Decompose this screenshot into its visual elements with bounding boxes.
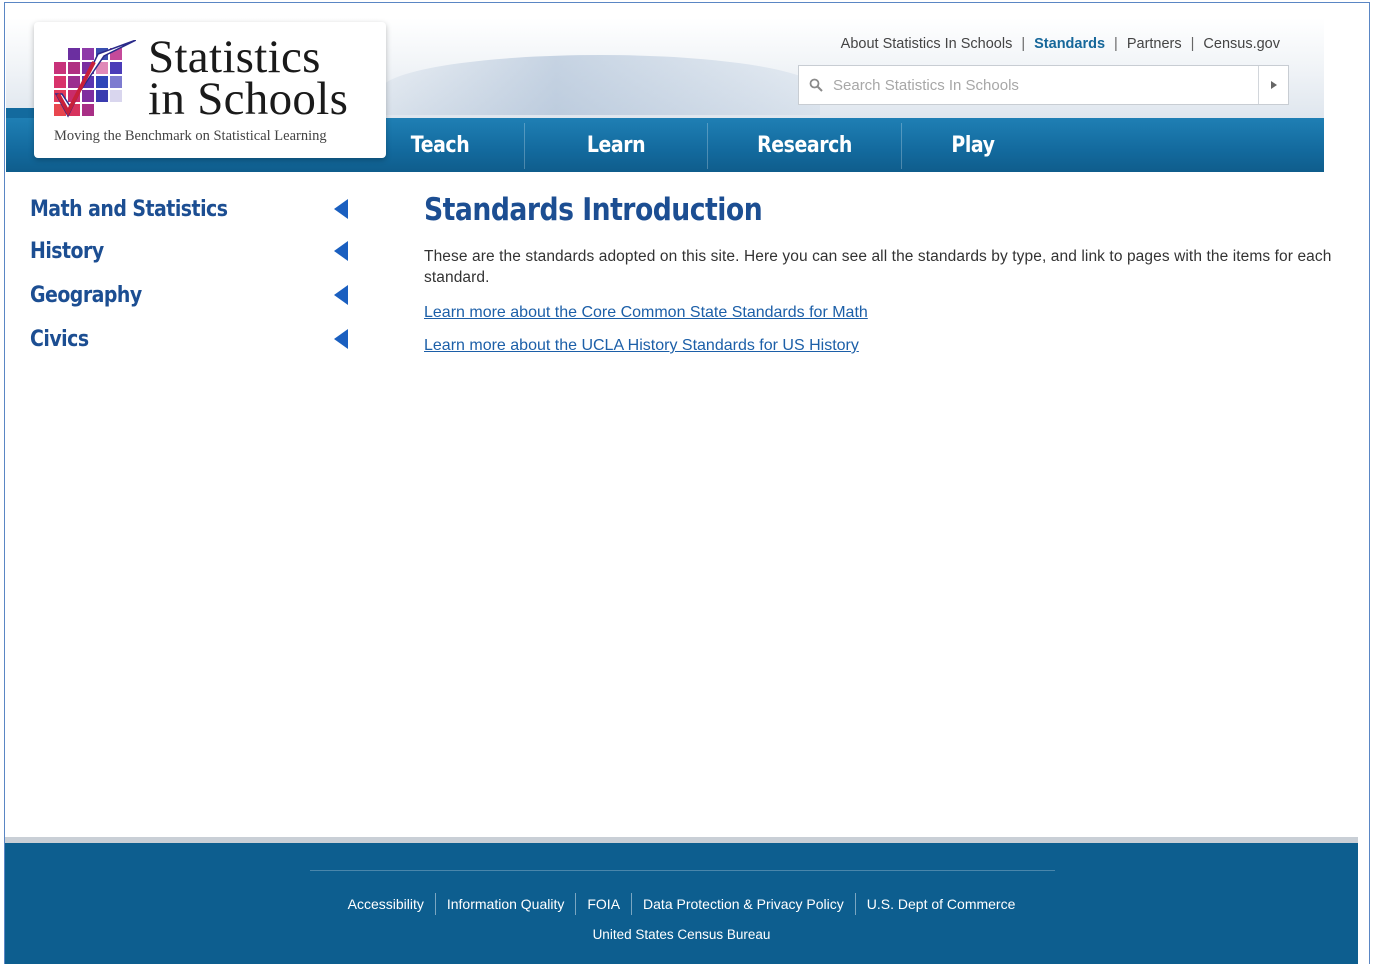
- logo-tagline: Moving the Benchmark on Statistical Lear…: [54, 128, 327, 144]
- nav-divider: [707, 123, 708, 169]
- intro-text: These are the standards adopted on this …: [424, 248, 1332, 286]
- arrow-left-icon: [334, 329, 348, 349]
- util-link-partners[interactable]: Partners: [1127, 36, 1182, 52]
- nav-research[interactable]: Research: [722, 118, 888, 172]
- nav-play[interactable]: Play: [912, 118, 1034, 172]
- footer-link-information-quality[interactable]: Information Quality: [436, 896, 576, 912]
- footer-rule: [310, 870, 1055, 871]
- util-separator: |: [1114, 36, 1118, 52]
- footer-links: Accessibility Information Quality FOIA D…: [5, 893, 1358, 915]
- util-separator: |: [1021, 36, 1026, 52]
- footer-org-name: United States Census Bureau: [592, 927, 771, 942]
- footer-link-foia[interactable]: FOIA: [576, 896, 631, 912]
- search-input[interactable]: [833, 66, 1258, 104]
- sidebar-item-math-and-statistics[interactable]: Math and Statistics: [30, 188, 360, 230]
- main-content: Standards Introduction These are the sta…: [424, 192, 1340, 355]
- history-standards-link[interactable]: Learn more about the UCLA History Standa…: [424, 337, 1340, 355]
- footer: Accessibility Information Quality FOIA D…: [5, 843, 1358, 964]
- logo-checkmark-icon: [54, 40, 136, 118]
- util-link-census[interactable]: Census.gov: [1203, 36, 1280, 52]
- sidebar-item-civics[interactable]: Civics: [30, 318, 360, 360]
- logo-title: Statistics in Schools: [148, 31, 349, 125]
- footer-link-privacy[interactable]: Data Protection & Privacy Policy: [632, 896, 855, 912]
- util-link-standards[interactable]: Standards: [1034, 36, 1105, 52]
- search-icon: [799, 78, 833, 92]
- sidebar-item-history[interactable]: History: [30, 230, 360, 272]
- nav-divider: [901, 123, 902, 169]
- search-box: [798, 65, 1289, 105]
- sidebar-item-label: Geography: [30, 282, 142, 308]
- sidebar-item-label: History: [30, 238, 104, 264]
- sidebar-item-geography[interactable]: Geography: [30, 274, 360, 316]
- search-submit-button[interactable]: [1258, 66, 1288, 104]
- sidebar: Math and Statistics History Geography Ci…: [30, 188, 360, 360]
- logo-title-line1: Statistics: [148, 31, 321, 83]
- arrow-left-icon: [334, 199, 348, 219]
- util-separator: |: [1190, 36, 1195, 52]
- math-standards-link[interactable]: Learn more about the Core Common State S…: [424, 304, 1340, 322]
- main-nav: Teach Learn Research Play: [356, 118, 1044, 172]
- nav-learn[interactable]: Learn: [538, 118, 695, 172]
- nav-divider: [524, 123, 525, 169]
- footer-link-accessibility[interactable]: Accessibility: [337, 896, 435, 912]
- page-title: Standards Introduction: [424, 192, 763, 228]
- site-logo[interactable]: Statistics in Schools Moving the Benchma…: [34, 22, 386, 158]
- play-arrow-icon: [1270, 81, 1277, 89]
- arrow-left-icon: [334, 285, 348, 305]
- footer-link-commerce[interactable]: U.S. Dept of Commerce: [856, 896, 1027, 912]
- utility-links: About Statistics In Schools | Standards …: [841, 36, 1280, 52]
- sidebar-item-label: Math and Statistics: [30, 196, 228, 222]
- nav-teach[interactable]: Teach: [368, 118, 512, 172]
- util-link-about[interactable]: About Statistics In Schools: [841, 36, 1013, 52]
- logo-title-line2: in Schools: [148, 73, 349, 125]
- arrow-left-icon: [334, 241, 348, 261]
- sidebar-item-label: Civics: [30, 326, 89, 352]
